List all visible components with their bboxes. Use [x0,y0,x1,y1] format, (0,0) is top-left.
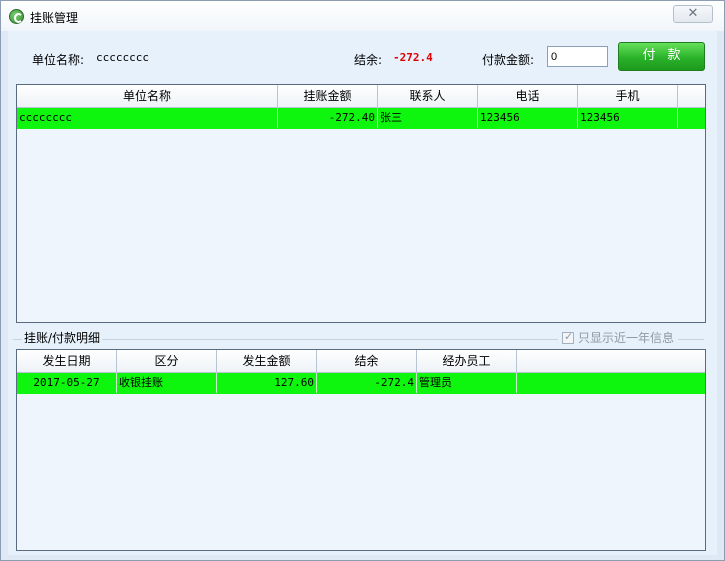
cell-amount: 127.60 [217,373,317,393]
col-filler [678,85,705,107]
col-mobile[interactable]: 手机 [578,85,678,107]
cell-filler [678,108,705,128]
cell-date: 2017-05-27 [17,373,117,393]
window-title: 挂账管理 [30,11,79,25]
unit-name-label: 单位名称: [32,53,85,67]
close-button[interactable]: ✕ [673,5,713,23]
pay-button[interactable]: 付款 [618,42,705,71]
col-date[interactable]: 发生日期 [17,350,117,372]
cell-phone: 123456 [478,108,578,128]
unit-name-value: cccccccc [96,51,149,64]
balance-value: -272.4 [393,51,433,64]
checkbox-icon[interactable] [562,330,574,344]
pay-amount-label: 付款金额: [482,53,535,67]
client-area: 单位名称: cccccccc 结余: -272.4 付款金额: 付款 单位名称 … [8,31,717,555]
app-logo-icon [9,9,24,24]
balance-label: 结余: [354,53,383,67]
cell-contact: 张三 [378,108,478,128]
only-recent-year-toggle[interactable]: 只显示近一年信息 [558,329,679,346]
col-contact[interactable]: 联系人 [378,85,478,107]
cell-filler [517,373,705,393]
cell-balance: -272.4 [317,373,417,393]
detail-group-title: 挂账/付款明细 [22,329,103,346]
account-grid[interactable]: 单位名称 挂账金额 联系人 电话 手机 cccccccc -272.40 张三 … [16,84,706,323]
pay-amount-input[interactable] [547,46,608,67]
col-balance[interactable]: 结余 [317,350,417,372]
table-row[interactable]: cccccccc -272.40 张三 123456 123456 [17,108,705,129]
cell-operator: 管理员 [417,373,517,393]
detail-grid[interactable]: 发生日期 区分 发生金额 结余 经办员工 2017-05-27 收银挂账 127… [16,349,706,551]
col-hang-amount[interactable]: 挂账金额 [278,85,378,107]
detail-grid-header: 发生日期 区分 发生金额 结余 经办员工 [17,350,705,373]
only-recent-year-label: 只显示近一年信息 [578,331,675,345]
hang-account-window: 挂账管理 ✕ 单位名称: cccccccc 结余: -272.4 付款金额: 付… [0,0,725,561]
col-filler [517,350,705,372]
title-bar[interactable]: 挂账管理 ✕ [1,1,724,31]
col-operator[interactable]: 经办员工 [417,350,517,372]
cell-type: 收银挂账 [117,373,217,393]
cell-mobile: 123456 [578,108,678,128]
col-unit-name[interactable]: 单位名称 [17,85,278,107]
col-amount[interactable]: 发生金额 [217,350,317,372]
cell-unit-name: cccccccc [17,108,278,128]
col-type[interactable]: 区分 [117,350,217,372]
col-phone[interactable]: 电话 [478,85,578,107]
cell-hang-amount: -272.40 [278,108,378,128]
close-icon: ✕ [687,6,699,21]
account-grid-header: 单位名称 挂账金额 联系人 电话 手机 [17,85,705,108]
table-row[interactable]: 2017-05-27 收银挂账 127.60 -272.4 管理员 [17,373,705,394]
